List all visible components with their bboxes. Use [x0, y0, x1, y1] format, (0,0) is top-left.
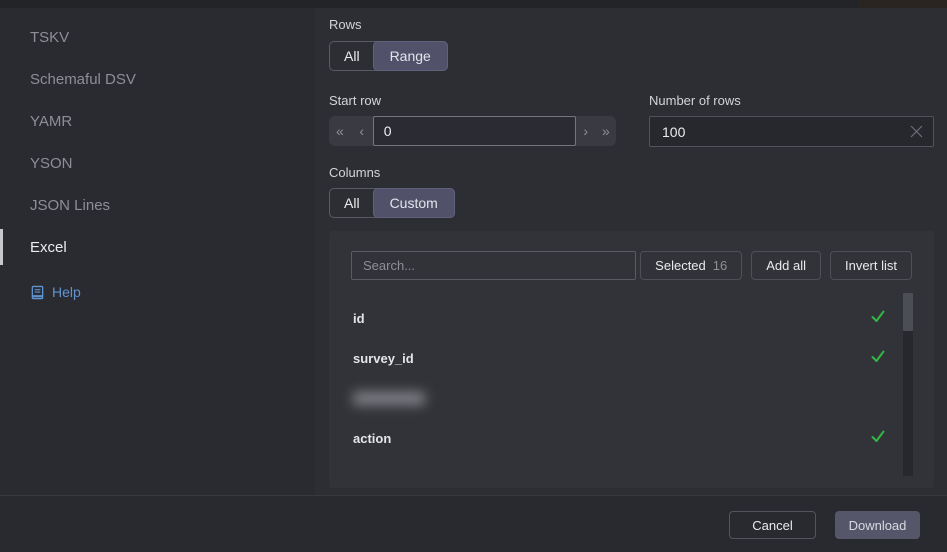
column-item-action[interactable]: action [351, 418, 912, 458]
export-settings-form: Rows All Range Start row « ‹ › » Number … [315, 8, 947, 495]
sidebar-item-yson[interactable]: YSON [0, 142, 315, 184]
selected-count: 16 [713, 258, 727, 273]
redacted-column-name [353, 392, 425, 405]
start-row-input[interactable] [373, 116, 576, 146]
sidebar-item-label: TSKV [30, 29, 69, 46]
column-item-id[interactable]: id [351, 298, 912, 338]
sidebar-item-tskv[interactable]: TSKV [0, 16, 315, 58]
start-row-pager: « ‹ › » [329, 116, 616, 146]
rows-label: Rows [329, 17, 934, 32]
clear-icon[interactable] [908, 123, 925, 145]
download-button[interactable]: Download [835, 511, 920, 539]
format-sidebar: TSKV Schemaful DSV YAMR YSON JSON Lines … [0, 8, 315, 495]
sidebar-item-label: YSON [30, 155, 73, 172]
add-all-button[interactable]: Add all [751, 251, 821, 280]
sidebar-item-schemaful-dsv[interactable]: Schemaful DSV [0, 58, 315, 100]
column-name: id [353, 311, 365, 326]
selected-label: Selected [655, 258, 706, 273]
scrollbar-thumb[interactable] [903, 293, 913, 331]
rows-toggle: All Range [329, 41, 448, 71]
selected-count-button[interactable]: Selected 16 [640, 251, 742, 280]
columns-picker-panel: Selected 16 Add all Invert list id surve… [329, 231, 934, 488]
number-of-rows-label: Number of rows [649, 93, 934, 108]
sidebar-item-excel[interactable]: Excel [0, 226, 315, 268]
last-page-icon[interactable]: » [596, 123, 616, 139]
top-edge-strip [0, 0, 947, 8]
column-item-survey-id[interactable]: survey_id [351, 338, 912, 378]
rows-option-all[interactable]: All [330, 42, 374, 70]
search-input[interactable] [351, 251, 636, 280]
sidebar-item-yamr[interactable]: YAMR [0, 100, 315, 142]
columns-toggle: All Custom [329, 188, 455, 218]
sidebar-item-label: Schemaful DSV [30, 71, 136, 88]
sidebar-item-json-lines[interactable]: JSON Lines [0, 184, 315, 226]
book-icon [30, 285, 45, 300]
rows-option-range[interactable]: Range [373, 41, 448, 71]
start-row-label: Start row [329, 93, 616, 108]
help-link[interactable]: Help [30, 284, 81, 300]
check-icon [870, 428, 886, 449]
cancel-button[interactable]: Cancel [729, 511, 816, 539]
check-icon [870, 348, 886, 369]
top-edge-strip-right [859, 0, 947, 8]
sidebar-item-label: JSON Lines [30, 197, 110, 214]
column-item-redacted[interactable] [351, 378, 912, 418]
columns-option-custom[interactable]: Custom [373, 188, 455, 218]
first-page-icon[interactable]: « [329, 123, 351, 139]
column-name: action [353, 431, 391, 446]
column-list: id survey_id action [351, 298, 912, 458]
columns-option-all[interactable]: All [330, 189, 374, 217]
help-label: Help [52, 284, 81, 300]
columns-label: Columns [329, 165, 934, 180]
prev-page-icon[interactable]: ‹ [351, 123, 373, 139]
dialog-footer: Cancel Download [0, 495, 947, 552]
sidebar-item-label: Excel [30, 239, 67, 256]
number-of-rows-input[interactable] [649, 116, 934, 147]
check-icon [870, 308, 886, 329]
column-name: survey_id [353, 351, 414, 366]
sidebar-item-label: YAMR [30, 113, 72, 130]
invert-list-button[interactable]: Invert list [830, 251, 912, 280]
next-page-icon[interactable]: › [576, 123, 596, 139]
scrollbar-track[interactable] [903, 293, 913, 476]
